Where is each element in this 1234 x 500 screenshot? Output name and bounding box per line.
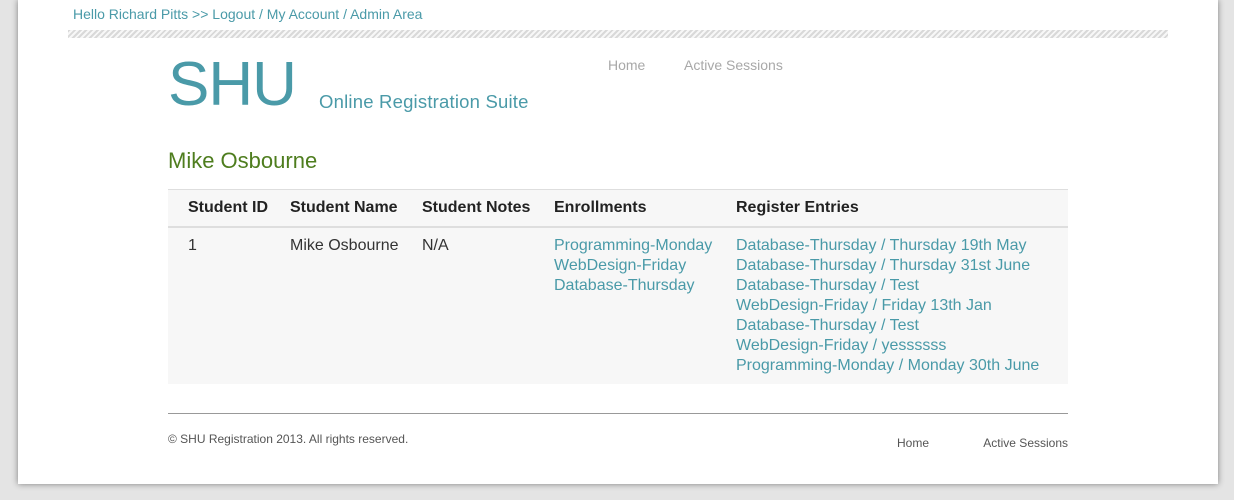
register-entry-link[interactable]: Database-Thursday / Thursday 19th May [736, 236, 1068, 256]
cell-student-id: 1 [188, 237, 197, 254]
nav-active-sessions[interactable]: Active Sessions [684, 57, 783, 73]
register-entry-link[interactable]: Database-Thursday / Test [736, 316, 1068, 336]
table-header-row: Student ID Student Name Student Notes En… [168, 189, 1068, 228]
user-bar: Hello Richard Pitts >> Logout / My Accou… [73, 6, 422, 22]
header-divider [68, 30, 1168, 38]
enrollment-link[interactable]: WebDesign-Friday [554, 256, 736, 276]
copyright-text: © SHU Registration 2013. All rights rese… [168, 432, 409, 446]
register-entry-link[interactable]: Database-Thursday / Test [736, 276, 1068, 296]
enrollment-link[interactable]: Database-Thursday [554, 276, 736, 296]
footer-nav-active-sessions[interactable]: Active Sessions [983, 436, 1068, 450]
my-account-link[interactable]: My Account [267, 6, 339, 22]
cell-student-name: Mike Osbourne [290, 237, 399, 254]
register-entry-link[interactable]: Programming-Monday / Monday 30th June [736, 356, 1068, 376]
header-student-id: Student ID [168, 189, 290, 228]
greeting-text: Hello Richard Pitts >> [73, 6, 209, 22]
cell-student-notes: N/A [422, 237, 449, 254]
header-student-name: Student Name [290, 189, 422, 228]
student-table: Student ID Student Name Student Notes En… [168, 189, 1068, 384]
link-separator: / [343, 6, 347, 22]
header-student-notes: Student Notes [422, 189, 554, 228]
page-container: Hello Richard Pitts >> Logout / My Accou… [18, 0, 1218, 484]
header-enrollments: Enrollments [554, 189, 736, 228]
table-row: 1 Mike Osbourne N/A Programming-Monday W… [168, 227, 1068, 384]
header-register-entries: Register Entries [736, 189, 1068, 228]
cell-register-entries: Database-Thursday / Thursday 19th May Da… [736, 227, 1068, 384]
logout-link[interactable]: Logout [212, 6, 255, 22]
enrollment-link[interactable]: Programming-Monday [554, 236, 736, 256]
cell-enrollments: Programming-Monday WebDesign-Friday Data… [554, 227, 736, 384]
register-entry-link[interactable]: WebDesign-Friday / Friday 13th Jan [736, 296, 1068, 316]
footer-divider [168, 413, 1068, 414]
admin-area-link[interactable]: Admin Area [350, 6, 422, 22]
footer-nav-home[interactable]: Home [897, 436, 929, 450]
student-name-heading: Mike Osbourne [168, 148, 318, 173]
register-entry-link[interactable]: WebDesign-Friday / yessssss [736, 336, 1068, 356]
logo-subtitle: Online Registration Suite [319, 91, 529, 112]
logo-main-text: SHU [168, 50, 297, 119]
nav-home[interactable]: Home [608, 57, 645, 73]
register-entry-link[interactable]: Database-Thursday / Thursday 31st June [736, 256, 1068, 276]
link-separator: / [259, 6, 263, 22]
site-logo[interactable]: SHU Online Registration Suite [168, 50, 588, 119]
